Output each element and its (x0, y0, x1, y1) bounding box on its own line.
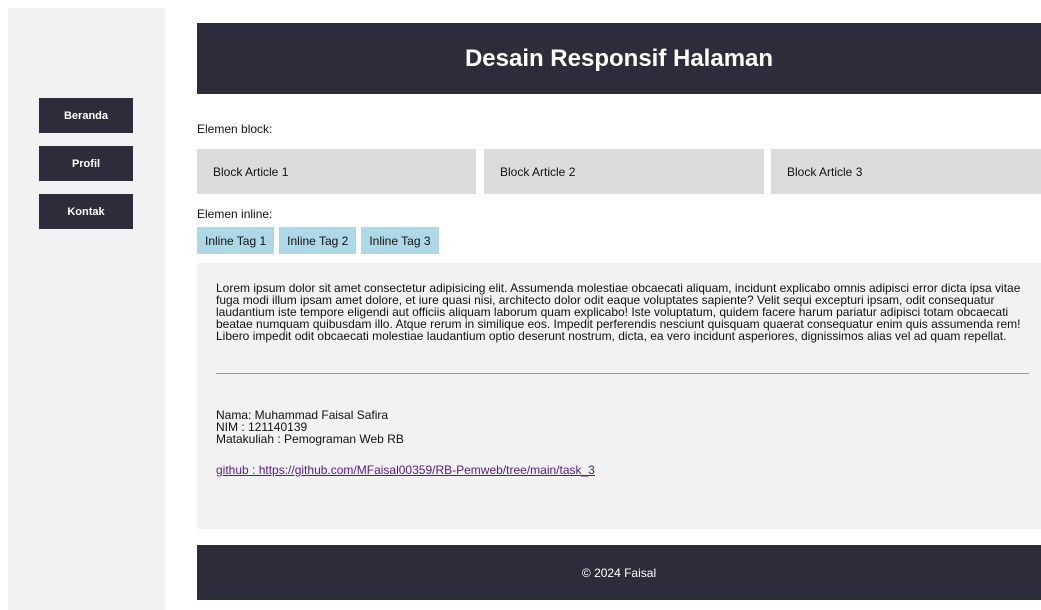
content-divider (216, 373, 1029, 374)
inline-tag-3: Inline Tag 3 (361, 227, 439, 254)
block-section-label: Elemen block: (197, 122, 273, 136)
page-title: Desain Responsif Halaman (464, 44, 774, 72)
block-article-2: Block Article 2 (484, 149, 764, 194)
lorem-paragraph: Lorem ipsum dolor sit amet consectetur a… (216, 281, 1021, 343)
footer-text: © 2024 Faisal (581, 565, 657, 580)
nav-button-profil[interactable]: Profil (39, 146, 133, 181)
github-link[interactable]: github : https://github.com/MFaisal00359… (216, 463, 595, 477)
nav-button-kontak[interactable]: Kontak (39, 194, 133, 229)
inline-section-label: Elemen inline: (197, 207, 273, 221)
page-footer: © 2024 Faisal (197, 545, 1041, 600)
inline-tag-1: Inline Tag 1 (197, 227, 275, 254)
student-info: Nama: Muhammad Faisal Safira NIM : 12114… (216, 409, 404, 445)
block-articles: Block Article 1 Block Article 2 Block Ar… (197, 149, 1041, 194)
sidebar: Beranda Profil Kontak (8, 8, 165, 610)
nav-button-beranda[interactable]: Beranda (39, 98, 133, 133)
inline-tag-2: Inline Tag 2 (279, 227, 357, 254)
main-content: Lorem ipsum dolor sit amet consectetur a… (197, 263, 1041, 529)
block-article-1: Block Article 1 (197, 149, 476, 194)
student-course: Matakuliah : Pemograman Web RB (216, 432, 404, 446)
page-header: Desain Responsif Halaman (197, 23, 1041, 94)
block-article-3: Block Article 3 (771, 149, 1041, 194)
inline-tags: Inline Tag 1 Inline Tag 2 Inline Tag 3 (197, 227, 444, 254)
